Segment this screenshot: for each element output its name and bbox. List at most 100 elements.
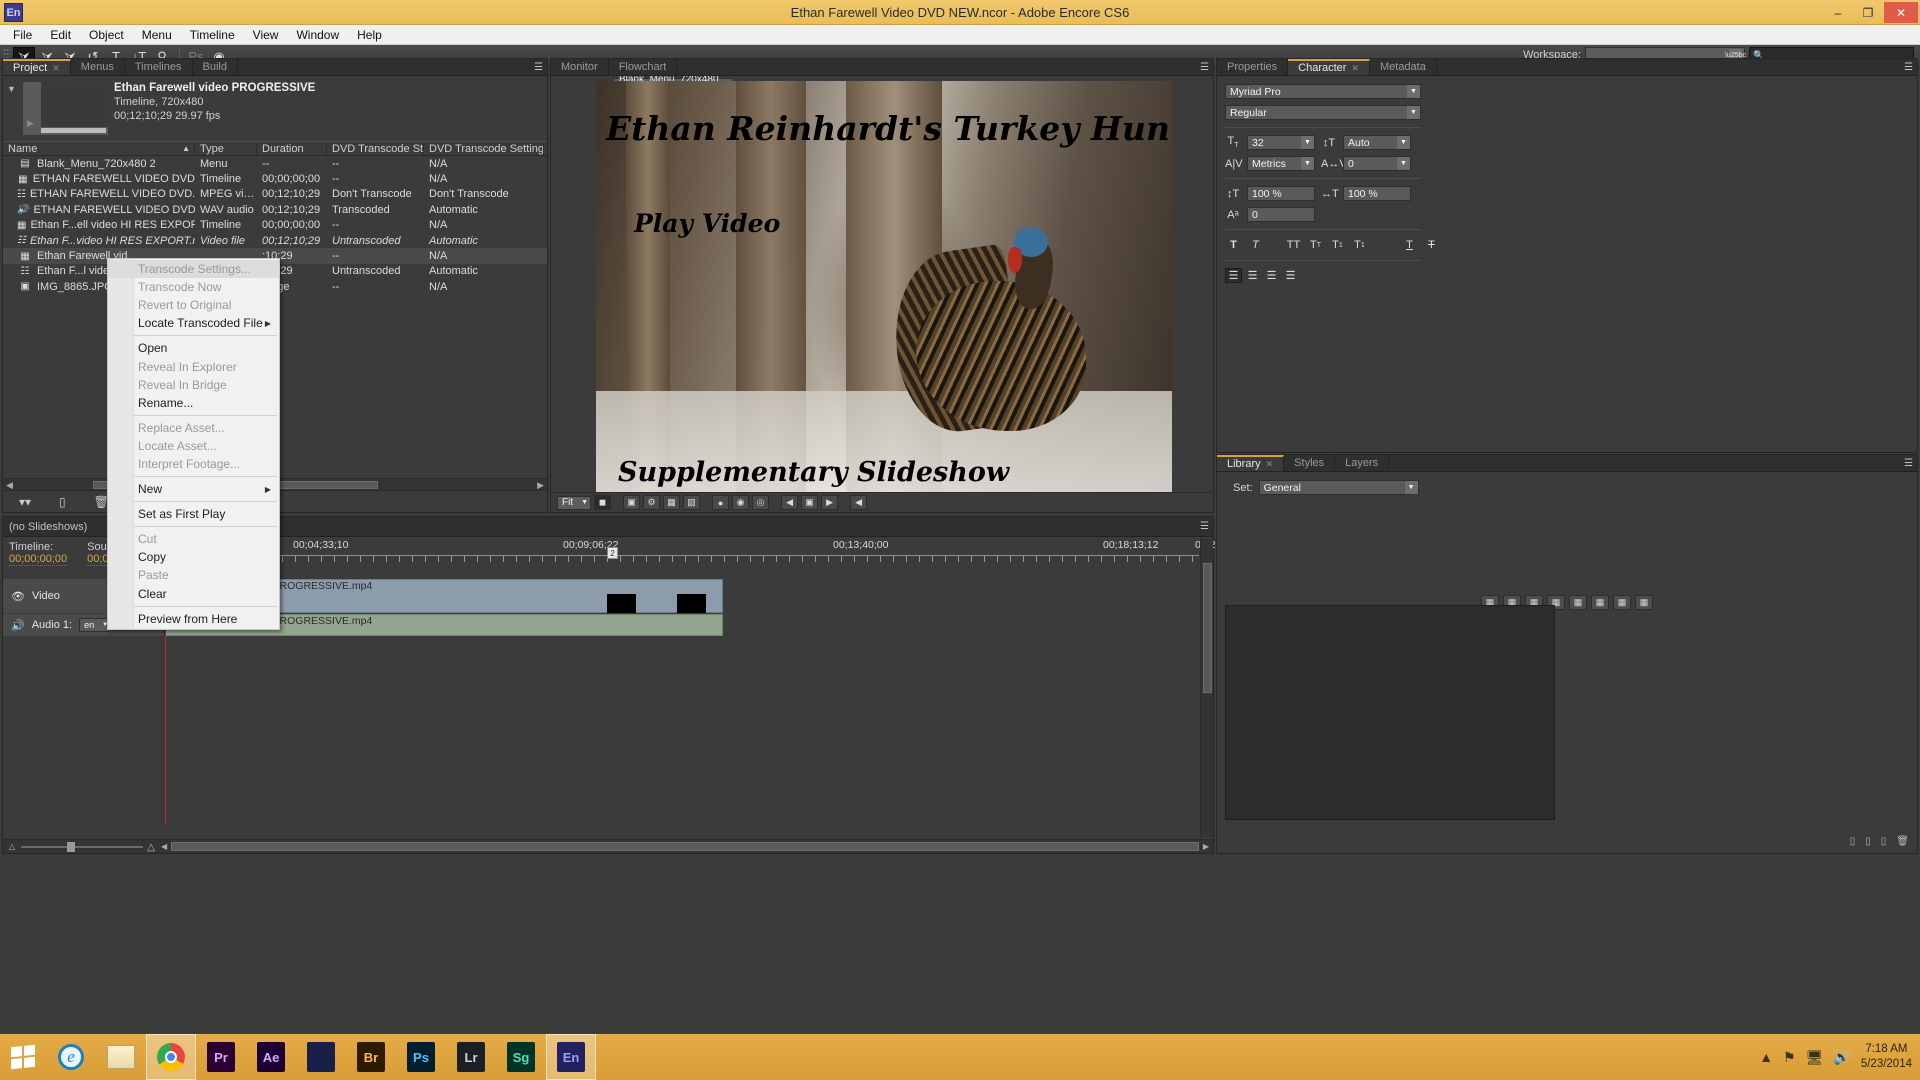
maximize-button[interactable]: ❐	[1854, 2, 1882, 23]
zoom-level-select[interactable]: Fit ▼	[557, 495, 592, 510]
small-caps-button[interactable]: TT	[1307, 237, 1324, 253]
scroll-right-icon[interactable]: ▶	[1203, 842, 1209, 851]
tab-project[interactable]: Project ✕	[3, 59, 71, 75]
font-style-select[interactable]: Regular ▼	[1225, 105, 1421, 120]
playhead-marker[interactable]: 2	[607, 547, 618, 559]
tab-menus[interactable]: Menus	[71, 59, 125, 75]
speaker-icon[interactable]: 🔊	[11, 619, 25, 632]
edit-menu-button[interactable]: ▣	[623, 495, 641, 510]
close-icon[interactable]: ✕	[1266, 459, 1274, 470]
menu-view[interactable]: View	[244, 26, 288, 44]
tab-timelines[interactable]: Timelines	[125, 59, 193, 75]
tab-layers[interactable]: Layers	[1335, 455, 1390, 471]
show-hidden-icons-button[interactable]: ▲	[1759, 1049, 1773, 1065]
column-header-dvd-transcode-sta-[interactable]: DVD Transcode Sta...	[327, 142, 424, 155]
panel-menu-icon[interactable]: ☰	[1200, 62, 1209, 73]
previous-button[interactable]: ◀	[781, 495, 799, 510]
context-menu-item-locate-transcoded-file[interactable]: Locate Transcoded File ▶	[108, 314, 279, 332]
context-menu-item-new[interactable]: New ▶	[108, 480, 279, 498]
menu-help[interactable]: Help	[348, 26, 391, 44]
close-button[interactable]: ✕	[1884, 2, 1918, 23]
scroll-left-icon[interactable]: ◀	[161, 842, 167, 851]
zoom-slider-knob[interactable]	[67, 841, 75, 852]
preview-button[interactable]: ⚙	[643, 495, 661, 510]
zoom-in-icon[interactable]: △	[147, 842, 155, 853]
all-caps-button[interactable]: TT	[1285, 237, 1302, 253]
play-video-button-text[interactable]: Play Video	[634, 209, 780, 238]
replacement-filter-icon[interactable]: ▦	[1635, 595, 1653, 610]
panel-menu-icon[interactable]: ☰	[1904, 62, 1913, 73]
tab-metadata[interactable]: Metadata	[1370, 59, 1437, 75]
menu-edit[interactable]: Edit	[41, 26, 80, 44]
zoom-out-icon[interactable]: △	[9, 842, 15, 851]
tab-flowchart[interactable]: Flowchart	[609, 59, 678, 75]
panel-menu-icon[interactable]: ☰	[534, 62, 543, 73]
grid-plus-button[interactable]: ▧	[683, 495, 701, 510]
table-row[interactable]: ▦ ETHAN FAREWELL VIDEO DVD Timeline 00;00;0…	[3, 171, 547, 186]
context-menu-item-open[interactable]: Open	[108, 339, 279, 357]
network-error-icon[interactable]: ⚑	[1783, 1049, 1796, 1066]
minimize-button[interactable]: –	[1824, 2, 1852, 23]
close-icon[interactable]: ✕	[1351, 63, 1359, 74]
column-header-dvd-transcode-settings[interactable]: DVD Transcode Settings	[424, 142, 544, 155]
previous-menu-button[interactable]: ◀	[850, 495, 868, 510]
button-activated-state[interactable]: ◎	[752, 495, 770, 510]
tab-build[interactable]: Build	[193, 59, 238, 75]
kerning-input[interactable]: Metrics ▼	[1247, 156, 1315, 171]
timeline-vertical-scrollbar[interactable]	[1200, 539, 1213, 837]
start-button[interactable]	[0, 1034, 46, 1080]
tab-styles[interactable]: Styles	[1284, 455, 1336, 471]
new-button-icon[interactable]: ▯	[1865, 836, 1871, 847]
button-selected-state[interactable]: ◉	[732, 495, 750, 510]
new-item-icon[interactable]: ▯	[1881, 836, 1887, 847]
new-menu-icon[interactable]: ▯	[1850, 836, 1856, 847]
strikethrough-button[interactable]: T	[1423, 237, 1440, 253]
display-button[interactable]: ▣	[801, 495, 819, 510]
play-icon[interactable]: ▶	[27, 118, 34, 129]
taskbar-app-adobe-premiere-pro[interactable]: Pr	[196, 1034, 246, 1080]
column-header-duration[interactable]: Duration	[257, 142, 327, 155]
timeline-zoom-slider[interactable]: △ △	[7, 840, 157, 854]
audio-track-body[interactable]: Ethan Farewell Video PROGRESSIVE.mp4	[165, 614, 1199, 636]
tab-properties[interactable]: Properties	[1217, 59, 1289, 75]
faux-italic-button[interactable]: T	[1247, 237, 1264, 253]
close-icon[interactable]: ✕	[52, 63, 60, 74]
scrollbar-thumb[interactable]	[1203, 563, 1212, 693]
network-icon[interactable]: 🖥	[1806, 1049, 1824, 1066]
audio-language-select[interactable]: en ▼	[79, 618, 110, 632]
taskbar-app-adobe-bridge[interactable]: Br	[346, 1034, 396, 1080]
new-item-icon[interactable]: ▯	[59, 495, 66, 509]
library-set-select[interactable]: General ▼	[1258, 480, 1419, 495]
shape-filter-icon[interactable]: ▦	[1613, 595, 1631, 610]
align-center-button[interactable]: ☰	[1244, 268, 1261, 283]
column-header-name[interactable]: Name ▲	[3, 142, 195, 155]
menu-menu[interactable]: Menu	[133, 26, 181, 44]
table-row[interactable]: ▦ Ethan F...ell video HI RES EXPORT Timeli…	[3, 218, 547, 233]
taskbar-app-file-explorer[interactable]	[96, 1034, 146, 1080]
menu-window[interactable]: Window	[287, 26, 348, 44]
leading-input[interactable]: Auto ▼	[1343, 135, 1411, 150]
video-track-body[interactable]: Ethan Farewell Video PROGRESSIVE.mp4	[165, 579, 1199, 613]
timeline-horizontal-scrollbar[interactable]: △ △ ◀ ▶	[3, 839, 1213, 853]
menu-title-text[interactable]: Ethan Reinhardt's Turkey Hunt	[606, 109, 1172, 148]
filter-icon[interactable]: ▾▾	[19, 495, 31, 509]
font-family-select[interactable]: Myriad Pro ▼	[1225, 84, 1421, 99]
panel-menu-icon[interactable]: ☰	[1200, 521, 1209, 532]
taskbar-app-internet-explorer[interactable]: e	[46, 1034, 96, 1080]
layer-set-icon[interactable]: ▦	[1569, 595, 1587, 610]
clock[interactable]: 7:18 AM 5/23/2014	[1861, 1042, 1912, 1072]
align-left-button[interactable]: ☰	[1225, 268, 1242, 283]
table-row[interactable]: 🔊ETHAN FAREWELL VIDEO DVD.wav WAV audio 00…	[3, 202, 547, 217]
faux-bold-button[interactable]: T	[1225, 237, 1242, 253]
next-button[interactable]: ▶	[821, 495, 839, 510]
tab-monitor[interactable]: Monitor	[551, 59, 609, 75]
menu-object[interactable]: Object	[80, 26, 133, 44]
disclosure-triangle-icon[interactable]: ▼	[7, 82, 17, 135]
taskbar-app-adobe-after-effects[interactable]: Ae	[246, 1034, 296, 1080]
tracking-input[interactable]: 0 ▼	[1343, 156, 1411, 171]
timeline-ruler[interactable]: 00;04;33;10 00;09;06;22 00;13;40;00 00;18;1…	[165, 539, 1215, 573]
baseline-shift-input[interactable]: 0	[1247, 207, 1315, 222]
context-menu-item-preview-from-here[interactable]: Preview from Here	[108, 610, 279, 628]
panel-menu-icon[interactable]: ☰	[1904, 458, 1913, 469]
taskbar-app-adobe-photoshop[interactable]: Ps	[396, 1034, 446, 1080]
